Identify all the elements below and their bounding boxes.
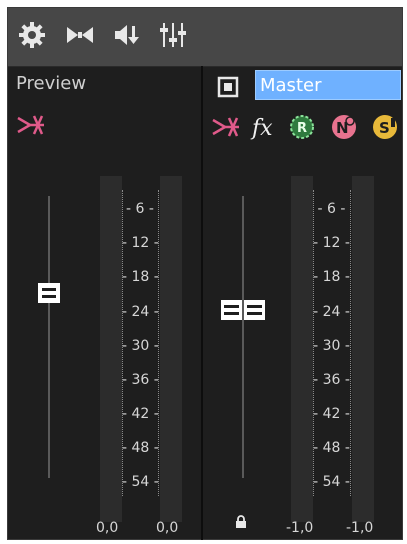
- scale-tick: - 24 -: [122, 304, 159, 320]
- master-meter-left: [291, 176, 313, 522]
- scale-tick: - 18 -: [313, 269, 350, 285]
- preview-label: Preview: [16, 73, 87, 94]
- scale-tick: - 42 -: [313, 406, 350, 422]
- scale-tick: - 54 -: [313, 474, 350, 490]
- audio-mixer-panel: Preview - 6 - - 12 - - 18 - - 24 - - 30 …: [7, 7, 403, 540]
- fx-icon[interactable]: fx: [250, 112, 280, 142]
- bowtie-icon[interactable]: [64, 18, 96, 52]
- scale-tick: - 36 -: [122, 372, 159, 388]
- master-name-field[interactable]: Master: [255, 70, 401, 100]
- preview-peak-right[interactable]: 0,0: [156, 520, 178, 536]
- svg-text:S: S: [379, 119, 390, 137]
- master-fader-thumb[interactable]: [220, 299, 266, 321]
- preview-fader-track[interactable]: [48, 196, 50, 478]
- pink-plugin-icon[interactable]: N: [331, 114, 357, 140]
- channel-divider: [201, 66, 203, 540]
- scale-tick: - 54 -: [122, 474, 159, 490]
- scale-tick: - 6 -: [126, 201, 154, 217]
- route-split-icon[interactable]: [16, 112, 46, 138]
- preview-peak-left[interactable]: 0,0: [96, 520, 118, 536]
- scale-tick: - 30 -: [313, 338, 350, 354]
- scale-tick: - 6 -: [317, 201, 346, 217]
- scale-tick: - 36 -: [313, 372, 350, 388]
- lock-icon[interactable]: [234, 514, 248, 528]
- svg-text:R: R: [297, 121, 307, 136]
- scale-tick: - 12 -: [313, 235, 350, 251]
- master-toggle-icon[interactable]: [217, 76, 239, 98]
- preview-meter-right: [160, 176, 182, 522]
- preview-fader-thumb[interactable]: [37, 282, 61, 304]
- scale-tick: - 48 -: [313, 440, 350, 456]
- preview-meter-left: [100, 176, 122, 522]
- mixer-sliders-icon[interactable]: [158, 18, 190, 52]
- master-scale-dots-right: [350, 190, 352, 496]
- scale-tick: - 18 -: [122, 269, 159, 285]
- scale-tick: - 42 -: [122, 406, 159, 422]
- speaker-down-icon[interactable]: [112, 18, 144, 52]
- master-meter-right: [352, 176, 374, 522]
- scale-tick: - 24 -: [313, 304, 350, 320]
- green-plugin-icon[interactable]: R: [289, 114, 315, 140]
- route-split-icon[interactable]: [211, 114, 241, 140]
- scale-tick: - 30 -: [122, 338, 159, 354]
- master-peak-left[interactable]: -1,0: [286, 520, 313, 536]
- yellow-plugin-icon[interactable]: S: [372, 114, 398, 140]
- scale-tick: - 12 -: [122, 235, 159, 251]
- scale-tick: - 48 -: [122, 440, 159, 456]
- mixer-toolbar: [8, 8, 402, 67]
- master-peak-right[interactable]: -1,0: [346, 520, 373, 536]
- master-fader-track[interactable]: [242, 196, 244, 478]
- gear-icon[interactable]: [16, 18, 48, 52]
- svg-text:fx: fx: [250, 116, 273, 141]
